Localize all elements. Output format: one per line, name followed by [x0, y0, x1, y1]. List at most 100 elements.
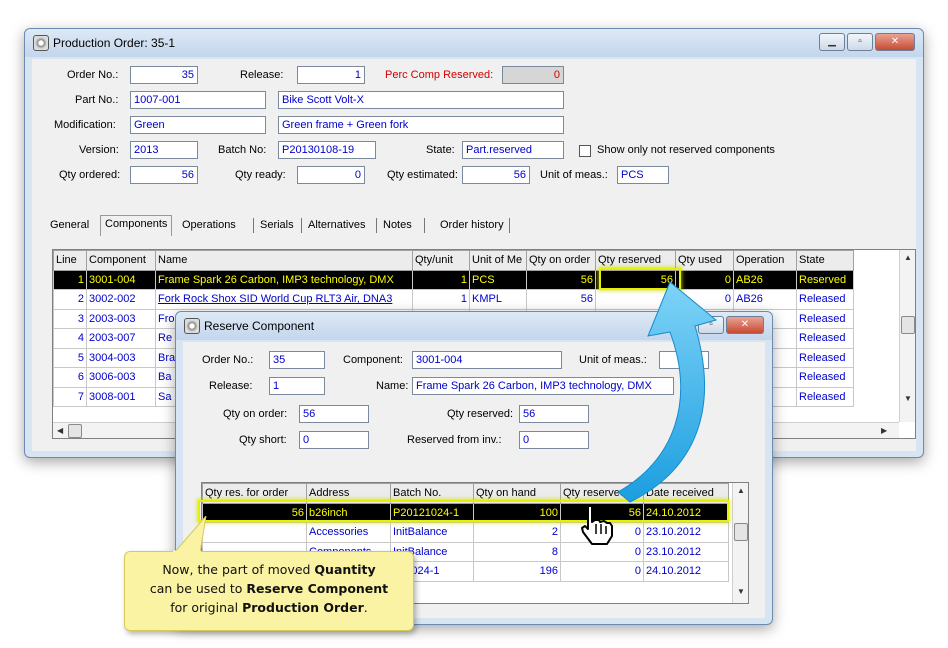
release-field[interactable]: 1	[297, 66, 365, 84]
components-cell: 3	[53, 308, 87, 329]
reserve-from-inv-field[interactable]: 0	[519, 431, 589, 449]
uom-field[interactable]: PCS	[617, 166, 669, 184]
part-no-field[interactable]: 1007-001	[130, 91, 266, 109]
tab-serials[interactable]: Serials	[256, 217, 298, 235]
qty-ready-label: Qty ready:	[235, 169, 286, 181]
callout-line-3: for original Production Order.	[170, 600, 368, 615]
close-icon[interactable]: ✕	[875, 33, 915, 51]
components-cell: 6	[53, 367, 87, 388]
tab-general[interactable]: General	[46, 217, 93, 235]
qty-estimated-field[interactable]: 56	[462, 166, 530, 184]
inventory-cell: 23.10.2012	[643, 541, 729, 562]
inventory-cell: 196	[473, 561, 561, 582]
reserve-from-inv-label: Reserved from inv.:	[407, 434, 502, 446]
reserve-release-field[interactable]: 1	[269, 377, 325, 395]
components-cell: 7	[53, 386, 87, 407]
components-col-header[interactable]: Unit of Me	[469, 250, 527, 271]
callout-line-2: can be used to Reserve Component	[149, 581, 389, 596]
tab-order-history[interactable]: Order history	[436, 217, 508, 235]
reserve-qty-on-order-field[interactable]: 56	[299, 405, 369, 423]
reserve-qty-short-field[interactable]: 0	[299, 431, 369, 449]
reserve-order-no-label: Order No.:	[202, 354, 254, 366]
components-col-header[interactable]: Qty used	[675, 250, 734, 271]
reserve-window-title: Reserve Component	[204, 319, 315, 333]
uom-label: Unit of meas.:	[540, 169, 608, 181]
components-col-header[interactable]: Name	[155, 250, 413, 271]
version-field[interactable]: 2013	[130, 141, 198, 159]
components-cell: 2	[53, 289, 87, 310]
version-label: Version:	[79, 144, 119, 156]
components-cell: 2003-007	[86, 328, 156, 349]
qty-ordered-field[interactable]: 56	[130, 166, 198, 184]
callout-line-1: Now, the part of moved Quantity	[162, 562, 376, 577]
batch-no-field[interactable]: P20130108-19	[278, 141, 376, 159]
inventory-cell: 8	[473, 541, 561, 562]
components-vscroll[interactable]: ▲ ▼	[899, 250, 915, 422]
reserve-app-icon	[184, 318, 200, 334]
components-cell: Released	[796, 308, 854, 329]
components-cell: 5	[53, 347, 87, 368]
components-cell: 56	[526, 269, 596, 290]
components-cell: 1	[412, 269, 470, 290]
show-only-not-reserved-checkbox[interactable]	[579, 145, 591, 157]
part-no-label: Part No.:	[75, 94, 119, 106]
tab-alternatives[interactable]: Alternatives	[304, 217, 369, 235]
reserve-name-label: Name:	[376, 380, 409, 392]
qty-ordered-label: Qty ordered:	[59, 169, 121, 181]
components-cell: Released	[796, 386, 854, 407]
components-col-header[interactable]: Line	[53, 250, 87, 271]
minimize-icon[interactable]: ▁	[819, 33, 845, 51]
components-cell: 3008-001	[86, 386, 156, 407]
components-cell: 3004-003	[86, 347, 156, 368]
reserve-order-no-field[interactable]: 35	[269, 351, 325, 369]
components-col-header[interactable]: Qty on order	[526, 250, 596, 271]
main-window-title: Production Order: 35-1	[53, 36, 176, 50]
components-cell: PCS	[469, 269, 527, 290]
tab-operations[interactable]: Operations	[178, 217, 240, 235]
inventory-cell: 2	[473, 522, 561, 543]
components-col-header[interactable]: Component	[86, 250, 156, 271]
maximize-icon[interactable]: ▫	[847, 33, 873, 51]
components-cell: Released	[796, 328, 854, 349]
state-field[interactable]: Part.reserved	[462, 141, 564, 159]
inventory-cell: 24.10.2012	[643, 561, 729, 582]
qty-ready-field[interactable]: 0	[297, 166, 365, 184]
explanation-callout: Now, the part of moved Quantity can be u…	[124, 551, 414, 631]
modification-field[interactable]: Green	[130, 116, 266, 134]
state-label: State:	[426, 144, 455, 156]
part-name-field[interactable]: Bike Scott Volt-X	[278, 91, 564, 109]
main-titlebar[interactable]: Production Order: 35-1 ▁ ▫ ✕	[25, 29, 923, 57]
components-cell: 4	[53, 328, 87, 349]
components-vscroll-thumb[interactable]	[901, 316, 915, 334]
inventory-cell	[202, 522, 307, 543]
order-no-field[interactable]: 35	[130, 66, 198, 84]
reserve-component-field[interactable]: 3001-004	[412, 351, 562, 369]
components-cell: 3006-003	[86, 367, 156, 388]
app-icon	[33, 35, 49, 51]
components-cell: Released	[796, 289, 854, 310]
reserve-release-label: Release:	[209, 380, 253, 392]
modification-label: Modification:	[54, 119, 116, 131]
show-only-not-reserved-label: Show only not reserved components	[597, 144, 775, 156]
reserve-qty-reserved-field[interactable]: 56	[519, 405, 589, 423]
order-no-label: Order No.:	[67, 69, 119, 81]
components-cell: 2003-003	[86, 308, 156, 329]
components-col-header[interactable]: Operation	[733, 250, 797, 271]
components-cell: Fork Rock Shox SID World Cup RLT3 Air, D…	[155, 289, 413, 310]
components-cell: Frame Spark 26 Carbon, IMP3 technology, …	[155, 269, 413, 290]
components-cell: 1	[412, 289, 470, 310]
components-hscroll-thumb[interactable]	[68, 424, 82, 438]
perc-comp-reserved-field: 0	[502, 66, 564, 84]
components-col-header[interactable]: State	[796, 250, 854, 271]
perc-comp-reserved-label: Perc Comp Reserved:	[385, 69, 494, 81]
tab-notes[interactable]: Notes	[379, 217, 416, 235]
reserve-qty-reserved-label: Qty reserved:	[447, 408, 514, 420]
components-cell: 56	[526, 289, 596, 310]
reserve-qty-short-label: Qty short:	[239, 434, 287, 446]
modification-desc-field[interactable]: Green frame + Green fork	[278, 116, 564, 134]
components-cell: Released	[796, 347, 854, 368]
components-cell: 1	[53, 269, 87, 290]
components-col-header[interactable]: Qty/unit	[412, 250, 470, 271]
tab-components[interactable]: Components	[100, 215, 173, 236]
components-cell: 3001-004	[86, 269, 156, 290]
